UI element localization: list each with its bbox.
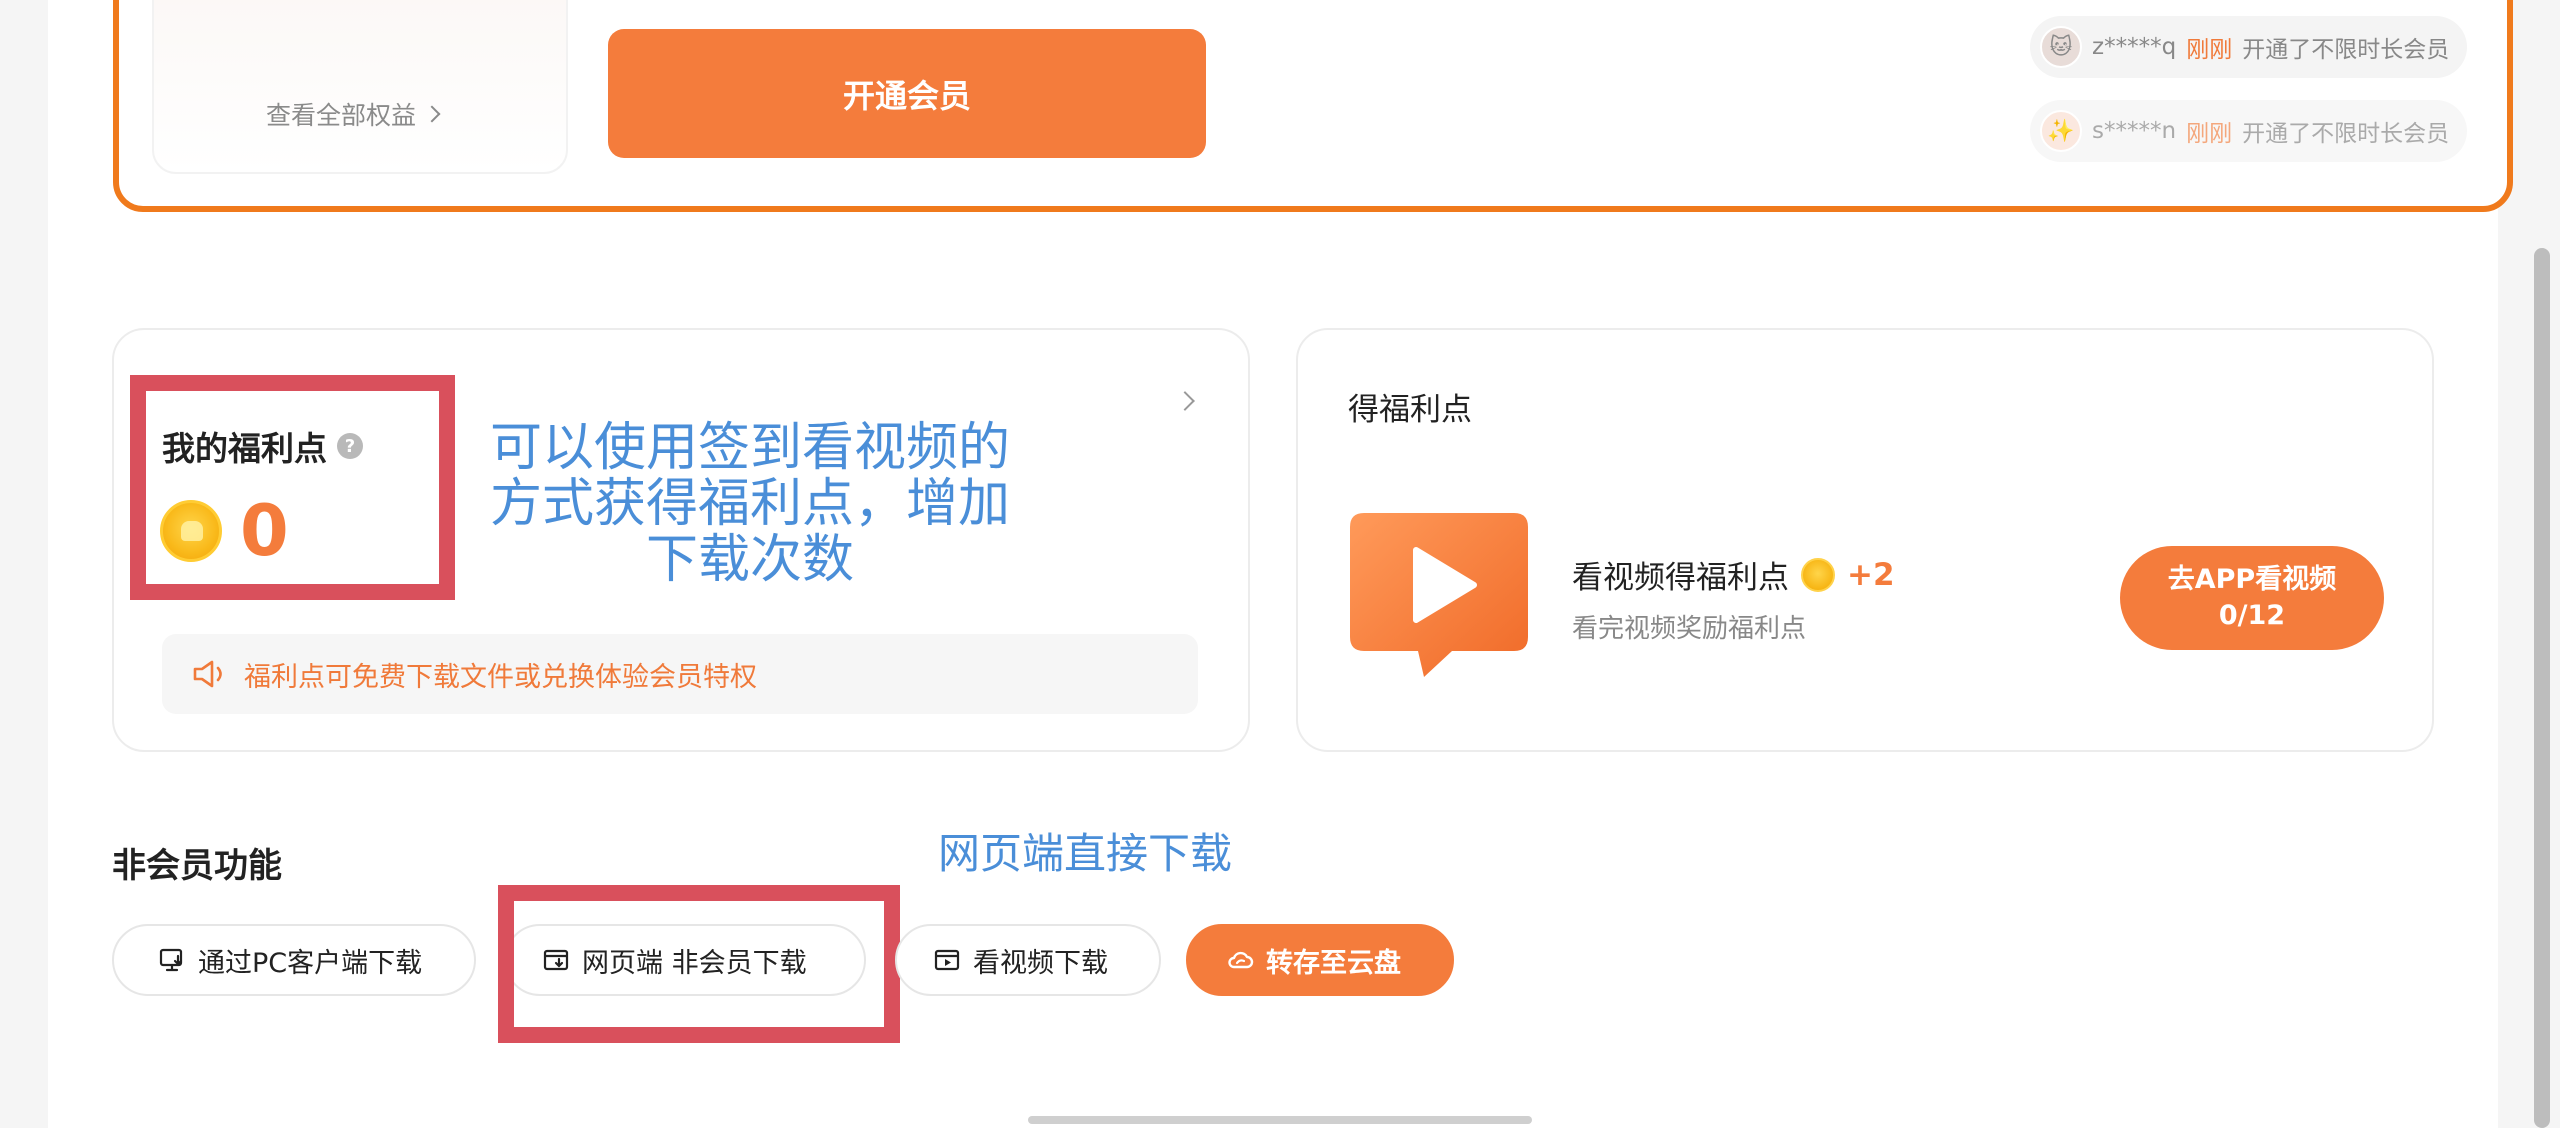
avatar: ✨ xyxy=(2040,110,2082,152)
earn-welfare-title: 得福利点 xyxy=(1348,392,1472,428)
pc-download-label: 通过PC客户端下载 xyxy=(198,947,423,979)
video-download-label: 看视频下载 xyxy=(973,947,1108,979)
avatar: 🐱 xyxy=(2040,26,2082,68)
video-task-description: 看完视频奖励福利点 xyxy=(1572,614,1807,644)
purchase-ticker-item: ✨ s*****n 刚刚 开通了不限时长会员 xyxy=(2030,100,2468,162)
reward-amount: +2 xyxy=(1847,556,1895,593)
welfare-notice: 福利点可免费下载文件或兑换体验会员特权 xyxy=(162,634,1198,714)
non-member-section-title: 非会员功能 xyxy=(112,846,282,886)
web-download-annotation: 网页端直接下载 xyxy=(938,829,1233,878)
scrollbar-thumb[interactable] xyxy=(2534,248,2550,1128)
open-membership-button[interactable]: 开通会员 xyxy=(608,29,1206,158)
ticker-action: 开通了不限时长会员 xyxy=(2242,121,2450,147)
video-task-title-text: 看视频得福利点 xyxy=(1572,560,1789,596)
welfare-annotation: 可以使用签到看视频的方式获得福利点，增加下载次数 xyxy=(490,418,1011,590)
app-button-progress: 0/12 xyxy=(2218,600,2286,631)
chevron-right-icon xyxy=(423,105,441,123)
desktop-download-icon xyxy=(159,948,183,972)
purchase-ticker-item: 🐱 z*****q 刚刚 开通了不限时长会员 xyxy=(2030,16,2468,78)
ticker-action: 开通了不限时长会员 xyxy=(2242,37,2450,63)
ticker-user: z*****q xyxy=(2092,34,2177,60)
highlight-box xyxy=(498,885,900,1043)
speaker-icon xyxy=(193,660,222,688)
view-all-benefits-link[interactable]: 查看全部权益 xyxy=(266,96,441,132)
video-task-title: 看视频得福利点 +2 xyxy=(1572,552,1895,597)
cloud-icon xyxy=(1228,951,1254,969)
benefits-link-label: 查看全部权益 xyxy=(266,101,417,130)
cloud-save-label: 转存至云盘 xyxy=(1266,947,1401,979)
app-button-label: 去APP看视频 xyxy=(2167,564,2337,595)
save-to-cloud-button[interactable]: 转存至云盘 xyxy=(1186,924,1454,996)
watch-video-in-app-button[interactable]: 去APP看视频 0/12 xyxy=(2120,546,2384,650)
highlight-box xyxy=(130,375,455,600)
welfare-notice-text: 福利点可免费下载文件或兑换体验会员特权 xyxy=(244,661,757,693)
ticker-time: 刚刚 xyxy=(2186,37,2233,63)
home-indicator[interactable] xyxy=(1028,1116,1532,1124)
coin-icon xyxy=(1801,557,1835,592)
video-play-icon xyxy=(1350,513,1528,677)
ticker-time: 刚刚 xyxy=(2186,121,2233,147)
video-icon xyxy=(934,949,960,971)
benefits-panel xyxy=(152,0,568,174)
ticker-user: s*****n xyxy=(2092,118,2177,144)
pc-client-download-button[interactable]: 通过PC客户端下载 xyxy=(112,924,476,996)
watch-video-download-button[interactable]: 看视频下载 xyxy=(895,924,1161,996)
